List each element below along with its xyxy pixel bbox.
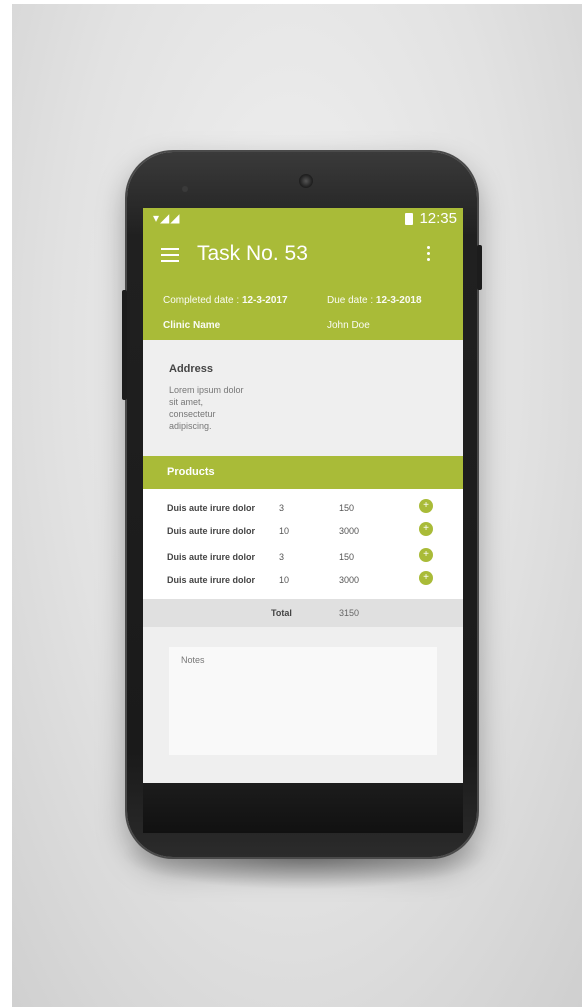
- product-price: 150: [339, 552, 355, 562]
- product-price: 3000: [339, 575, 360, 585]
- total-value: 3150: [339, 608, 360, 618]
- add-icon[interactable]: +: [419, 499, 433, 513]
- add-icon[interactable]: +: [419, 522, 433, 536]
- hamburger-icon[interactable]: [161, 248, 179, 262]
- product-row: Duis aute irure dolor 3 150 +: [143, 546, 463, 568]
- product-name: Duis aute irure dolor: [167, 552, 256, 562]
- power-button: [477, 245, 482, 290]
- product-price: 3000: [339, 526, 360, 536]
- status-bar: ▾◢◢ 12:35: [143, 208, 463, 230]
- signal-icon: ▾◢◢: [153, 211, 181, 225]
- product-qty: 3: [279, 552, 285, 562]
- total-row: Total 3150: [143, 599, 463, 627]
- product-name: Duis aute irure dolor: [167, 503, 256, 513]
- clinic-name: Clinic Name: [163, 320, 221, 331]
- product-price: 150: [339, 503, 355, 513]
- completed-date: Completed date : 12-3-2017: [163, 295, 288, 306]
- product-name: Duis aute irure dolor: [167, 526, 256, 536]
- phone-screen: ▾◢◢ 12:35 Task No. 53 Completed date : 1…: [143, 208, 463, 783]
- page-edge: [0, 0, 12, 1007]
- front-sensor: [182, 186, 188, 192]
- page-edge-top: [0, 0, 582, 4]
- total-label: Total: [271, 608, 292, 618]
- product-name: Duis aute irure dolor: [167, 575, 256, 585]
- products-title: Products: [167, 466, 215, 478]
- due-date-label: Due date :: [327, 295, 376, 306]
- completed-date-value: 12-3-2017: [241, 295, 288, 306]
- status-time: 12:35: [419, 210, 457, 227]
- address-title: Address: [169, 363, 214, 375]
- due-date: Due date : 12-3-2018: [327, 295, 422, 306]
- more-vert-icon[interactable]: [427, 246, 433, 264]
- phone-bottom-bezel: [143, 783, 463, 833]
- due-date-value: 12-3-2018: [375, 295, 422, 306]
- volume-button: [122, 290, 127, 400]
- front-camera: [299, 174, 313, 188]
- notes-field[interactable]: Notes: [169, 647, 437, 755]
- address-text: Lorem ipsum dolor sit amet, consectetur …: [169, 385, 244, 431]
- person-name: John Doe: [327, 320, 370, 331]
- app-bar: Task No. 53 Completed date : 12-3-2017 D…: [143, 230, 463, 340]
- product-row: Duis aute irure dolor 10 3000 +: [143, 569, 463, 591]
- product-qty: 3: [279, 503, 285, 513]
- product-row: Duis aute irure dolor 10 3000 +: [143, 520, 463, 542]
- product-row: Duis aute irure dolor 3 150 +: [143, 497, 463, 519]
- products-header: Products: [143, 456, 463, 489]
- battery-icon: [405, 213, 413, 225]
- products-list: Duis aute irure dolor 3 150 + Duis aute …: [143, 489, 463, 599]
- add-icon[interactable]: +: [419, 571, 433, 585]
- notes-placeholder: Notes: [181, 655, 205, 665]
- page-title: Task No. 53: [197, 242, 308, 265]
- product-qty: 10: [279, 526, 290, 536]
- product-qty: 10: [279, 575, 290, 585]
- add-icon[interactable]: +: [419, 548, 433, 562]
- completed-date-label: Completed date :: [163, 295, 242, 306]
